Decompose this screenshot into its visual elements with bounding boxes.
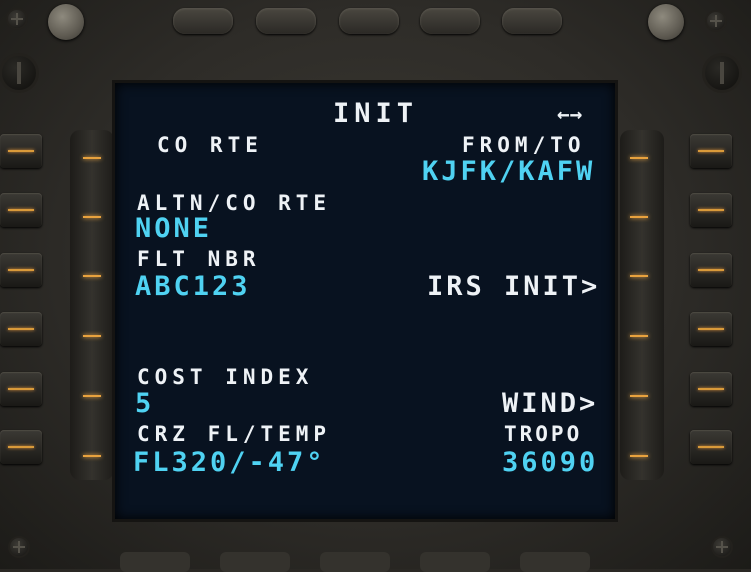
top-key-1[interactable] (173, 8, 233, 34)
lsk-2r[interactable] (690, 193, 732, 227)
cdu-display: INIT ←→ CO RTE FROM/TO KJFK/KAFW ALTN/CO… (115, 83, 615, 519)
lsk-indicator-light (630, 275, 648, 277)
fastener-icon (2, 56, 36, 90)
altn-value[interactable]: NONE (135, 215, 212, 242)
lsk-1r[interactable] (690, 134, 732, 168)
lsk-indicator-light (83, 275, 101, 277)
right-lsk-strip (620, 130, 664, 480)
cost-index-label: COST INDEX (137, 365, 314, 389)
co-rte-label: CO RTE (157, 133, 263, 157)
brightness-knob-left[interactable] (48, 4, 84, 40)
lsk-3r[interactable] (690, 253, 732, 287)
top-key-3[interactable] (339, 8, 399, 34)
top-key-5[interactable] (502, 8, 562, 34)
lsk-5r[interactable] (690, 372, 732, 406)
lsk-indicator-light (83, 455, 101, 457)
irs-init-prompt[interactable]: IRS INIT> (427, 273, 600, 300)
tropo-value[interactable]: 36090 (502, 449, 598, 476)
top-key-2[interactable] (256, 8, 316, 34)
from-to-value[interactable]: KJFK/KAFW (422, 158, 595, 185)
lsk-indicator-light (83, 395, 101, 397)
bottom-key[interactable] (520, 552, 590, 572)
screw-icon (8, 10, 26, 28)
page-title: INIT (333, 98, 419, 129)
lsk-indicator-light (83, 216, 101, 218)
page-arrow-icon[interactable]: ←→ (557, 104, 582, 125)
lsk-indicator-light (83, 335, 101, 337)
fastener-icon (705, 56, 739, 90)
bottom-key[interactable] (220, 552, 290, 572)
lsk-6r[interactable] (690, 430, 732, 464)
lsk-5l[interactable] (0, 372, 42, 406)
lsk-4l[interactable] (0, 312, 42, 346)
screw-icon (707, 12, 725, 30)
left-lsk-strip (70, 130, 114, 480)
screw-icon (713, 538, 731, 556)
lsk-indicator-light (630, 395, 648, 397)
lsk-3l[interactable] (0, 253, 42, 287)
lsk-indicator-light (630, 157, 648, 159)
lsk-1l[interactable] (0, 134, 42, 168)
flt-nbr-label: FLT NBR (137, 247, 261, 271)
lsk-6l[interactable] (0, 430, 42, 464)
flt-nbr-value[interactable]: ABC123 (135, 273, 251, 300)
wind-prompt[interactable]: WIND> (502, 390, 598, 417)
lsk-indicator-light (83, 157, 101, 159)
screw-icon (10, 538, 28, 556)
lsk-4r[interactable] (690, 312, 732, 346)
from-to-label: FROM/TO (462, 133, 586, 157)
bottom-key[interactable] (120, 552, 190, 572)
tropo-label: TROPO (504, 422, 583, 446)
altn-label: ALTN/CO RTE (137, 191, 332, 215)
top-key-4[interactable] (420, 8, 480, 34)
bottom-key[interactable] (320, 552, 390, 572)
lsk-2l[interactable] (0, 193, 42, 227)
lsk-indicator-light (630, 335, 648, 337)
crz-fl-temp-value[interactable]: FL320/-47° (133, 449, 326, 476)
lsk-indicator-light (630, 216, 648, 218)
brightness-knob-right[interactable] (648, 4, 684, 40)
lsk-indicator-light (630, 455, 648, 457)
crz-fl-temp-label: CRZ FL/TEMP (137, 422, 332, 446)
bottom-key[interactable] (420, 552, 490, 572)
cost-index-value[interactable]: 5 (135, 390, 156, 417)
